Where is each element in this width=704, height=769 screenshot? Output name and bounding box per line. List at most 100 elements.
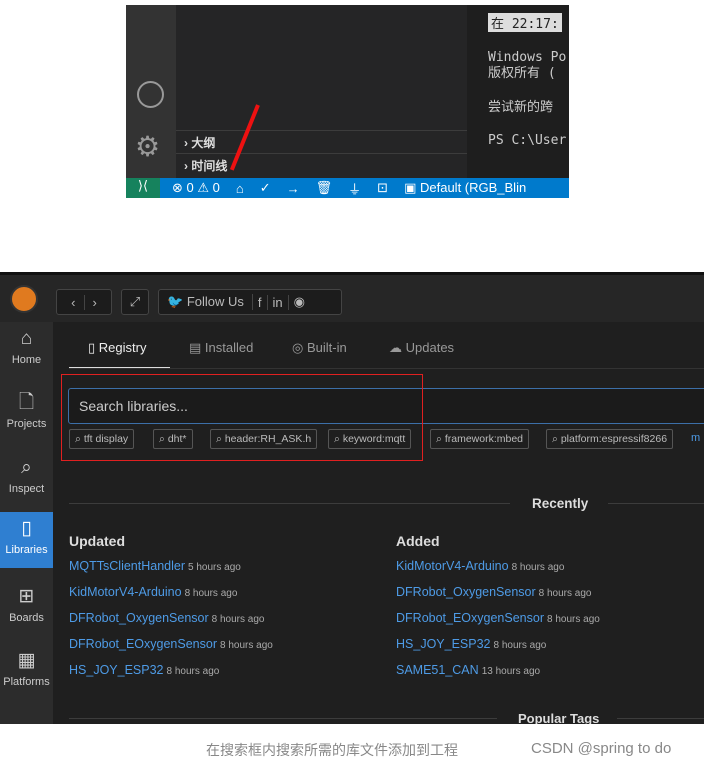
trash-icon[interactable]: 🗑 xyxy=(316,180,333,196)
nav-boards[interactable]: ⊞ Boards xyxy=(0,580,53,636)
facebook-icon[interactable]: f xyxy=(253,294,268,310)
updated-heading: Updated xyxy=(69,533,125,549)
timeline-section[interactable]: › 时间线 xyxy=(176,153,467,175)
remote-icon[interactable]: ⟩⟨ xyxy=(126,178,160,198)
warning-count: 0 xyxy=(212,180,220,195)
account-icon[interactable] xyxy=(137,81,164,108)
follow-us-button[interactable]: 🐦 Follow Us xyxy=(159,294,253,310)
popular-tags-heading: Popular Tags xyxy=(518,711,600,724)
activity-bar: ⚙ xyxy=(126,5,176,178)
expand-button[interactable]: ⤢ xyxy=(121,289,149,315)
library-name: DFRobot_EOxygenSensor xyxy=(396,611,544,625)
library-name: HS_JOY_ESP32 xyxy=(69,663,164,677)
tab-label: Installed xyxy=(204,340,254,355)
nav-libraries[interactable]: ▯ Libraries xyxy=(0,512,53,568)
library-link[interactable]: HS_JOY_ESP32 8 hours ago xyxy=(69,663,219,677)
libraries-icon: ▯ xyxy=(21,518,32,539)
nav-buttons: ‹ › xyxy=(56,289,112,315)
library-link[interactable]: MQTTsClientHandler 5 hours ago xyxy=(69,559,241,573)
arrow-right-icon[interactable]: → xyxy=(287,181,300,196)
library-time: 8 hours ago xyxy=(493,640,547,651)
problems-button[interactable]: ⊗ 0 ⚠ 0 xyxy=(172,180,220,196)
library-link[interactable]: DFRobot_EOxygenSensor 8 hours ago xyxy=(396,611,600,625)
terminal-icon[interactable]: ⊡ xyxy=(377,180,388,196)
library-name: KidMotorV4-Arduino xyxy=(69,585,182,599)
env-selector[interactable]: ▣ Default (RGB_Blin xyxy=(404,180,526,196)
nav-label: Libraries xyxy=(5,544,48,556)
library-time: 8 hours ago xyxy=(211,614,265,625)
library-link[interactable]: KidMotorV4-Arduino 8 hours ago xyxy=(69,585,237,599)
timeline-label: 时间线 xyxy=(191,159,228,173)
home-icon[interactable]: ⌂ xyxy=(236,181,244,196)
library-name: MQTTsClientHandler xyxy=(69,559,186,573)
check-icon[interactable]: ✓ xyxy=(260,180,271,196)
chip-label: platform:espressif8266 xyxy=(560,433,668,445)
tab-built-in[interactable]: ◎ Built-in xyxy=(292,340,347,356)
side-nav: ⌂ Home 🗋 Projects ⌕ Inspect ▯ Libraries ⊞ Boa… xyxy=(0,322,53,724)
divider xyxy=(608,503,704,504)
tab-registry[interactable]: ▯ Registry xyxy=(88,340,146,356)
library-link[interactable]: HS_JOY_ESP32 8 hours ago xyxy=(396,637,546,651)
nav-label: Boards xyxy=(9,612,44,624)
annotation-box xyxy=(61,374,423,461)
library-link[interactable]: KidMotorV4-Arduino 8 hours ago xyxy=(396,559,564,573)
added-heading: Added xyxy=(396,533,440,549)
library-link[interactable]: DFRobot_OxygenSensor 8 hours ago xyxy=(69,611,264,625)
library-link[interactable]: DFRobot_OxygenSensor 8 hours ago xyxy=(396,585,591,599)
terminal-line: 尝试新的跨 xyxy=(488,100,554,115)
library-name: DFRobot_OxygenSensor xyxy=(396,585,536,599)
back-button[interactable]: ‹ xyxy=(63,294,85,310)
social-bar: 🐦 Follow Us f in ◉ xyxy=(158,289,342,315)
error-count: 0 xyxy=(186,180,194,195)
outline-section[interactable]: › 大纲 xyxy=(176,130,467,152)
library-time: 8 hours ago xyxy=(547,614,600,625)
nav-projects[interactable]: 🗋 Projects xyxy=(0,386,53,442)
image-caption: 在搜索框内搜索所需的库文件添加到工程 xyxy=(206,742,458,758)
terminal-line: 在 22:17: xyxy=(488,13,562,32)
nav-home[interactable]: ⌂ Home xyxy=(0,322,53,378)
library-link[interactable]: DFRobot_EOxygenSensor 8 hours ago xyxy=(69,637,273,651)
terminal-line: PS C:\User xyxy=(488,133,567,148)
top-bar: ‹ › ⤢ 🐦 Follow Us f in ◉ xyxy=(0,272,704,322)
inspect-icon: ⌕ xyxy=(21,457,32,478)
vscode-window: ⚙ › 大纲 › 时间线 在 22:17: Windows Po 版权所有 ( … xyxy=(126,5,569,198)
nav-inspect[interactable]: ⌕ Inspect xyxy=(0,451,53,507)
tab-installed[interactable]: ▤ Installed xyxy=(189,340,253,356)
terminal[interactable]: 在 22:17: Windows Po 版权所有 ( 尝试新的跨 PS C:\U… xyxy=(467,5,569,178)
library-time: 8 hours ago xyxy=(184,588,238,599)
divider xyxy=(69,718,497,719)
library-time: 8 hours ago xyxy=(220,640,273,651)
gear-icon[interactable]: ⚙ xyxy=(135,132,160,162)
nav-platforms[interactable]: ▦ Platforms xyxy=(0,644,53,700)
tab-label: Built-in xyxy=(306,340,347,355)
terminal-line: 版权所有 ( xyxy=(488,66,556,81)
search-chip[interactable]: ⌕ framework:mbed xyxy=(430,429,530,449)
chip-label: framework:mbed xyxy=(444,433,524,445)
projects-icon: 🗋 xyxy=(18,392,35,413)
watermark: CSDN @spring to do xyxy=(531,740,672,757)
divider xyxy=(69,503,510,504)
platformio-logo xyxy=(10,285,38,313)
tab-updates[interactable]: ☁ Updates xyxy=(389,340,454,356)
github-icon[interactable]: ◉ xyxy=(289,294,310,310)
library-name: DFRobot_EOxygenSensor xyxy=(69,637,217,651)
library-time: 8 hours ago xyxy=(511,562,565,573)
library-time: 8 hours ago xyxy=(538,588,592,599)
tab-divider xyxy=(69,368,704,369)
follow-label: Follow Us xyxy=(186,294,244,309)
tab-label: Updates xyxy=(405,340,455,355)
library-link[interactable]: SAME51_CAN 13 hours ago xyxy=(396,663,540,677)
plug-icon[interactable]: ⏚ xyxy=(348,179,361,198)
library-time: 13 hours ago xyxy=(481,666,541,677)
nav-label: Platforms xyxy=(3,676,50,688)
nav-label: Projects xyxy=(6,418,47,430)
more-link[interactable]: m xyxy=(691,432,700,444)
library-name: DFRobot_OxygenSensor xyxy=(69,611,209,625)
home-icon: ⌂ xyxy=(20,328,33,349)
library-name: HS_JOY_ESP32 xyxy=(396,637,491,651)
search-chip[interactable]: ⌕ platform:espressif8266 xyxy=(546,429,674,449)
linkedin-icon[interactable]: in xyxy=(268,294,289,310)
library-time: 8 hours ago xyxy=(166,666,220,677)
forward-button[interactable]: › xyxy=(85,295,105,310)
tab-label: Registry xyxy=(98,340,147,355)
